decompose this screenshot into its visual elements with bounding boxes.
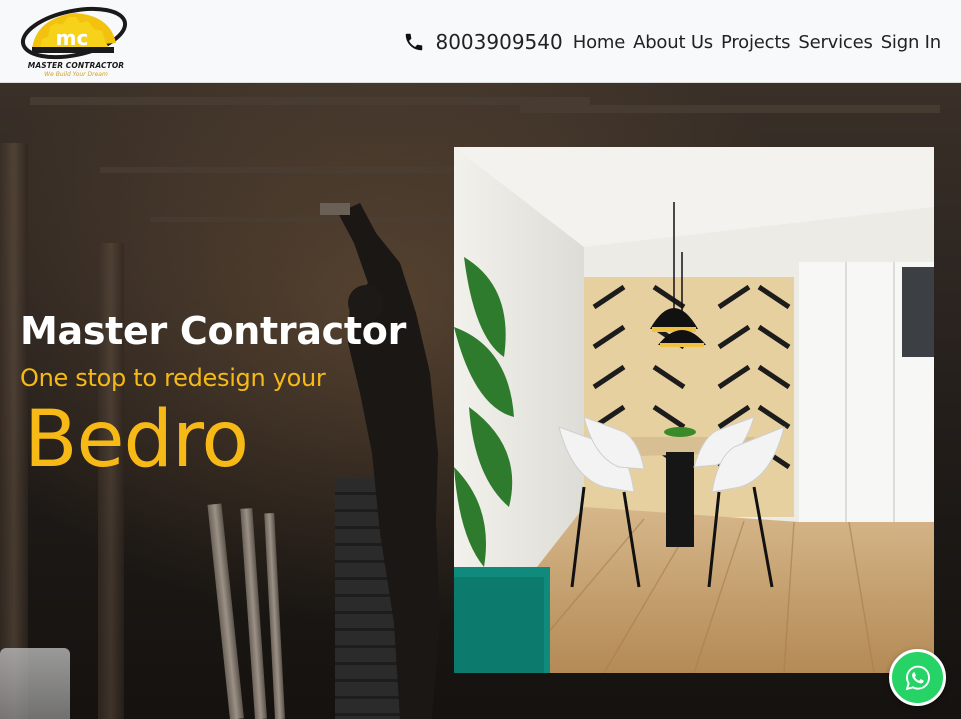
site-header: mc MASTER CONTRACTOR We Build Your Dream… [0,0,961,83]
paint-bucket [0,648,70,719]
ceiling-beam [100,167,460,173]
nav-about-us[interactable]: About Us [633,32,713,53]
ceiling-beam [30,97,590,105]
logo-letters: mc [56,26,89,50]
worker-silhouette [320,203,440,719]
ceiling-beam [520,105,940,113]
nav-home[interactable]: Home [573,32,626,53]
logo-tagline: We Build Your Dream [44,71,108,78]
dining-room-illustration [454,147,934,673]
plank [264,513,285,719]
plank [207,503,244,719]
whatsapp-button[interactable] [889,649,946,706]
hero-title: Master Contractor [20,309,407,353]
nav-sign-in[interactable]: Sign In [881,32,942,53]
plank [240,508,267,719]
hero-section: Master Contractor One stop to redesign y… [0,83,961,719]
hero-subtitle: One stop to redesign your [20,364,326,392]
phone-contact[interactable]: 8003909540 [403,30,563,54]
nav-services[interactable]: Services [798,32,873,53]
hero-typed-word: Bedro [24,395,249,485]
logo[interactable]: mc MASTER CONTRACTOR We Build Your Dream [18,3,130,79]
dining-room-image [454,147,934,673]
phone-icon [406,33,423,51]
nav-projects[interactable]: Projects [721,32,791,53]
phone-number[interactable]: 8003909540 [435,30,562,54]
logo-name: MASTER CONTRACTOR [27,61,125,70]
whatsapp-icon [905,665,930,690]
logo-emblem: mc [20,6,128,60]
main-nav: 8003909540 Home About Us Projects Servic… [403,30,941,54]
